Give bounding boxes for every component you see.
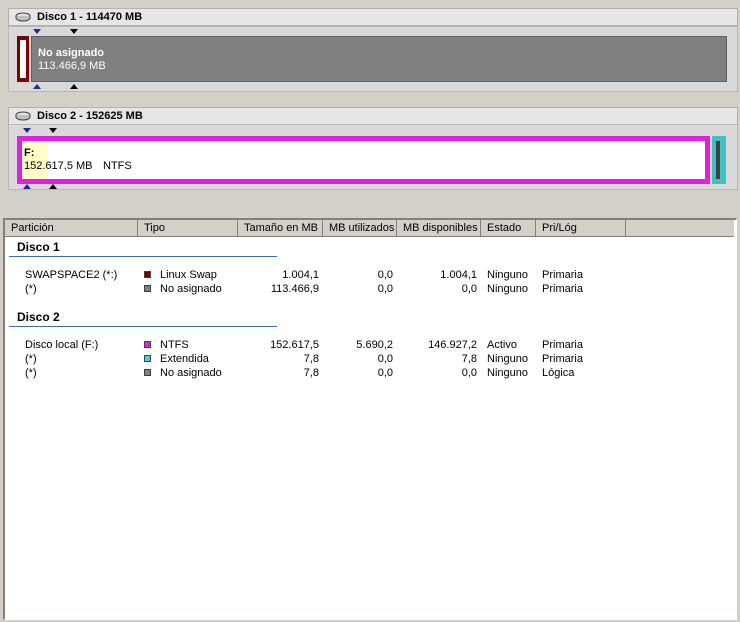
group-divider — [9, 256, 277, 257]
cell-prilog: Primaria — [542, 353, 583, 365]
disk1-map[interactable]: No asignado 113.466,9 MB — [8, 26, 738, 92]
cell-type: No asignado — [160, 283, 222, 295]
type-color-swatch — [144, 355, 151, 362]
disk2-extended-partition[interactable] — [712, 136, 726, 184]
cell-type: Extendida — [160, 353, 209, 365]
column-header-type[interactable]: Tipo — [138, 220, 238, 237]
cell-state: Ninguno — [487, 269, 528, 281]
left-boundary-marker — [23, 184, 31, 189]
partition-size: 113.466,9 MB — [38, 60, 106, 72]
group-divider — [9, 326, 277, 327]
cell-used: 0,0 — [377, 353, 393, 365]
hard-disk-icon — [15, 111, 31, 121]
cell-state: Activo — [487, 339, 517, 351]
cell-free: 7,8 — [461, 353, 477, 365]
column-header-free[interactable]: MB disponibles — [397, 220, 481, 237]
left-boundary-marker — [33, 29, 41, 34]
cell-state: Ninguno — [487, 283, 528, 295]
type-color-swatch — [144, 271, 151, 278]
disk2-title: Disco 2 - 152625 MB — [37, 110, 143, 122]
cell-used: 5.690,2 — [356, 339, 393, 351]
disk2-header: Disco 2 - 152625 MB — [8, 107, 738, 125]
disk1-small-partition[interactable] — [17, 36, 29, 82]
partition-size: 152.617,5 MB — [24, 160, 93, 172]
column-header-filler — [626, 220, 734, 237]
column-header-used[interactable]: MB utilizados — [323, 220, 397, 237]
right-boundary-marker — [49, 184, 57, 189]
cell-prilog: Primaria — [542, 339, 583, 351]
cell-free: 146.927,2 — [428, 339, 477, 351]
cell-partition: Disco local (F:) — [25, 339, 99, 351]
column-header-size[interactable]: Tamaño en MB — [238, 220, 323, 237]
partition-list[interactable]: Partición Tipo Tamaño en MB MB utilizado… — [3, 218, 737, 620]
cell-type: NTFS — [160, 339, 189, 351]
cell-size: 7,8 — [303, 367, 319, 379]
type-color-swatch — [144, 369, 151, 376]
left-boundary-marker — [33, 84, 41, 89]
disk1-title: Disco 1 - 114470 MB — [37, 11, 143, 23]
partition-name: No asignado — [38, 47, 105, 59]
hard-disk-icon — [15, 12, 31, 22]
cell-prilog: Primaria — [542, 283, 583, 295]
disk1-header: Disco 1 - 114470 MB — [8, 8, 738, 26]
cell-size: 113.466,9 — [270, 283, 319, 295]
cell-used: 0,0 — [377, 269, 393, 281]
cell-used: 0,0 — [377, 283, 393, 295]
column-header-state[interactable]: Estado — [481, 220, 536, 237]
cell-type: Linux Swap — [160, 269, 217, 281]
cell-partition: SWAPSPACE2 (*:) — [25, 269, 118, 281]
cell-used: 0,0 — [377, 367, 393, 379]
cell-free: 1.004,1 — [440, 269, 477, 281]
right-boundary-marker — [49, 128, 57, 133]
right-boundary-marker — [70, 29, 78, 34]
cell-type: No asignado — [160, 367, 222, 379]
cell-partition: (*) — [25, 283, 37, 295]
cell-partition: (*) — [25, 353, 37, 365]
column-header-prilog[interactable]: Pri/Lóg — [536, 220, 626, 237]
cell-state: Ninguno — [487, 353, 528, 365]
partition-fs: NTFS — [103, 160, 132, 172]
cell-partition: (*) — [25, 367, 37, 379]
type-color-swatch — [144, 341, 151, 348]
disk2-map[interactable]: F: 152.617,5 MB NTFS — [8, 124, 738, 190]
cell-size: 7,8 — [303, 353, 319, 365]
disk1-unallocated-block[interactable]: No asignado 113.466,9 MB — [31, 36, 727, 82]
group-label: Disco 2 — [17, 310, 60, 324]
column-header-partition[interactable]: Partición — [5, 220, 138, 237]
group-label: Disco 1 — [17, 240, 60, 254]
disk2-ntfs-partition[interactable]: F: 152.617,5 MB NTFS — [17, 136, 710, 184]
partition-name: F: — [24, 147, 35, 159]
type-color-swatch — [144, 285, 151, 292]
right-boundary-marker — [70, 84, 78, 89]
cell-prilog: Lógica — [542, 367, 575, 379]
cell-free: 0,0 — [461, 367, 477, 379]
cell-free: 0,0 — [461, 283, 477, 295]
cell-state: Ninguno — [487, 367, 528, 379]
cell-prilog: Primaria — [542, 269, 583, 281]
cell-size: 1.004,1 — [282, 269, 319, 281]
cell-size: 152.617,5 — [270, 339, 319, 351]
left-boundary-marker — [23, 128, 31, 133]
